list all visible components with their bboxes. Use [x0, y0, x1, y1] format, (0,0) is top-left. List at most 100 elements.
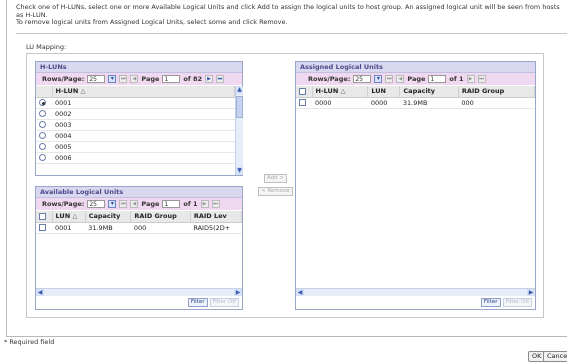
first-page-icon[interactable]: ⏮	[385, 75, 394, 83]
select-all-checkbox[interactable]	[299, 87, 306, 95]
filter-button[interactable]: Filter	[480, 298, 501, 307]
lu-mapping-label: LU Mapping:	[26, 43, 67, 51]
assigned-grid-wrap: H-LUN △ LUN Capacity RAID Group 0000 000…	[296, 86, 535, 287]
rows-per-page-select[interactable]: 25	[353, 75, 372, 83]
scroll-thumb[interactable]	[236, 96, 243, 118]
available-horizontal-scrollbar[interactable]: ◀ ▶	[36, 288, 242, 296]
assigned-table: H-LUN △ LUN Capacity RAID Group 0000 000…	[296, 86, 535, 109]
page-label: Page	[141, 75, 160, 83]
table-row[interactable]: 0005	[36, 141, 235, 153]
radio-button[interactable]	[39, 121, 46, 128]
prev-page-icon[interactable]: ◀	[130, 75, 139, 83]
chevron-down-icon[interactable]: ▾	[374, 75, 383, 83]
hlun-cell: 0004	[52, 130, 235, 142]
hluns-vertical-scrollbar[interactable]: ▲ ▼	[235, 86, 243, 175]
rows-per-page-select[interactable]: 25	[87, 75, 106, 83]
page-total: of 1	[449, 75, 464, 83]
scroll-left-icon[interactable]: ◀	[36, 289, 44, 296]
hlun-cell: 0003	[52, 119, 235, 131]
first-page-icon[interactable]: ⏮	[119, 75, 128, 83]
table-row[interactable]: 0004	[36, 130, 235, 142]
last-page-icon[interactable]: ⏭	[477, 75, 486, 83]
remove-button[interactable]: < Remove	[258, 187, 293, 196]
rows-per-page-select[interactable]: 25	[87, 200, 106, 208]
hlun-cell: 0006	[52, 152, 235, 164]
raid-group-column-header[interactable]: RAID Group	[130, 211, 191, 223]
first-page-icon[interactable]: ⏮	[119, 200, 128, 208]
lun-cell: 0001	[52, 222, 86, 234]
sort-ascending-icon: △	[72, 212, 78, 221]
radio-button[interactable]	[39, 99, 46, 106]
table-row[interactable]: 0003	[36, 119, 235, 131]
instructions: Check one of H-LUNs, select one or more …	[16, 3, 567, 27]
select-all-header[interactable]	[36, 211, 53, 223]
capacity-column-header[interactable]: Capacity	[399, 86, 459, 98]
lun-column-header[interactable]: LUN	[367, 86, 401, 98]
lun-cell: 0000	[367, 97, 400, 109]
cancel-button[interactable]: Cance	[543, 351, 567, 362]
page-total: of 82	[183, 75, 203, 83]
next-page-icon[interactable]: ▶	[200, 200, 209, 208]
sort-ascending-icon: △	[340, 87, 346, 96]
filter-off-button[interactable]: Filter Off	[502, 298, 532, 307]
available-pager: Rows/Page: 25 ▾ ⏮ ◀ Page 1 of 1 ▶ ⏭	[36, 198, 242, 210]
sort-ascending-icon: △	[80, 87, 86, 96]
last-page-icon[interactable]: ⏭	[216, 75, 225, 83]
assigned-horizontal-scrollbar[interactable]: ◀ ▶	[296, 288, 535, 296]
rows-per-page-label: Rows/Page:	[42, 200, 85, 208]
rows-per-page-label: Rows/Page:	[42, 75, 85, 83]
page-input[interactable]: 1	[428, 75, 447, 83]
scroll-down-icon[interactable]: ▼	[236, 167, 243, 175]
raid-group-column-header[interactable]: RAID Group	[458, 86, 535, 98]
radio-button[interactable]	[39, 132, 46, 139]
raid-group-cell: 000	[458, 97, 535, 109]
assigned-pager: Rows/Page: 25 ▾ ⏮ ◀ Page 1 of 1 ▶ ⏭	[296, 73, 535, 85]
chevron-down-icon[interactable]: ▾	[108, 75, 117, 83]
table-row[interactable]: 0001 31.9MB 000 RAID5(2D+	[36, 222, 242, 234]
capacity-column-header[interactable]: Capacity	[85, 211, 132, 223]
scroll-right-icon[interactable]: ▶	[234, 289, 242, 296]
prev-page-icon[interactable]: ◀	[130, 200, 139, 208]
table-row[interactable]: 0001	[36, 97, 235, 109]
page-input[interactable]: 1	[162, 200, 181, 208]
table-row[interactable]: 0002	[36, 108, 235, 120]
hlun-cell: 0001	[52, 97, 235, 109]
table-row[interactable]: 0006	[36, 152, 235, 164]
divider	[16, 33, 567, 34]
select-all-checkbox[interactable]	[39, 212, 46, 220]
row-checkbox[interactable]	[39, 224, 46, 231]
prev-page-icon[interactable]: ◀	[396, 75, 405, 83]
hluns-title: H-LUNs	[36, 62, 242, 73]
instructions-line1: Check one of H-LUNs, select one or more …	[16, 3, 560, 19]
page-input[interactable]: 1	[162, 75, 181, 83]
raid-group-cell: 000	[130, 222, 191, 234]
last-page-icon[interactable]: ⏭	[211, 200, 220, 208]
raid-level-column-header[interactable]: RAID Lev	[190, 211, 242, 223]
instructions-line2: To remove logical units from Assigned Lo…	[16, 18, 288, 26]
available-filter-buttons: Filter Filter Off	[187, 298, 239, 307]
lun-column-header[interactable]: LUN △	[52, 211, 86, 223]
filter-off-button[interactable]: Filter Off	[209, 298, 239, 307]
chevron-down-icon[interactable]: ▾	[108, 200, 117, 208]
radio-button[interactable]	[39, 154, 46, 161]
hlun-column-header[interactable]: H-LUN △	[312, 86, 369, 98]
scroll-up-icon[interactable]: ▲	[236, 86, 243, 94]
hluns-pager: Rows/Page: 25 ▾ ⏮ ◀ Page 1 of 82 ▶ ⏭	[36, 73, 242, 85]
filter-button[interactable]: Filter	[187, 298, 208, 307]
row-checkbox[interactable]	[299, 99, 306, 106]
scroll-left-icon[interactable]: ◀	[296, 289, 304, 296]
hlun-column-header[interactable]: H-LUN △	[52, 86, 235, 98]
select-all-header[interactable]	[296, 86, 313, 98]
add-button[interactable]: Add >	[264, 174, 288, 183]
radio-button[interactable]	[39, 110, 46, 117]
next-page-icon[interactable]: ▶	[205, 75, 214, 83]
hluns-grid-wrap: H-LUN △ 0001 0002 0003 0004 0005 0006	[36, 86, 235, 175]
next-page-icon[interactable]: ▶	[466, 75, 475, 83]
table-row[interactable]: 0000 0000 31.9MB 000	[296, 97, 535, 109]
capacity-cell: 31.9MB	[85, 222, 131, 234]
radio-button[interactable]	[39, 143, 46, 150]
hlun-cell: 0002	[52, 108, 235, 120]
hluns-table: H-LUN △ 0001 0002 0003 0004 0005 0006	[36, 86, 235, 164]
scroll-right-icon[interactable]: ▶	[527, 289, 535, 296]
required-field-note: * Required field	[4, 338, 55, 346]
